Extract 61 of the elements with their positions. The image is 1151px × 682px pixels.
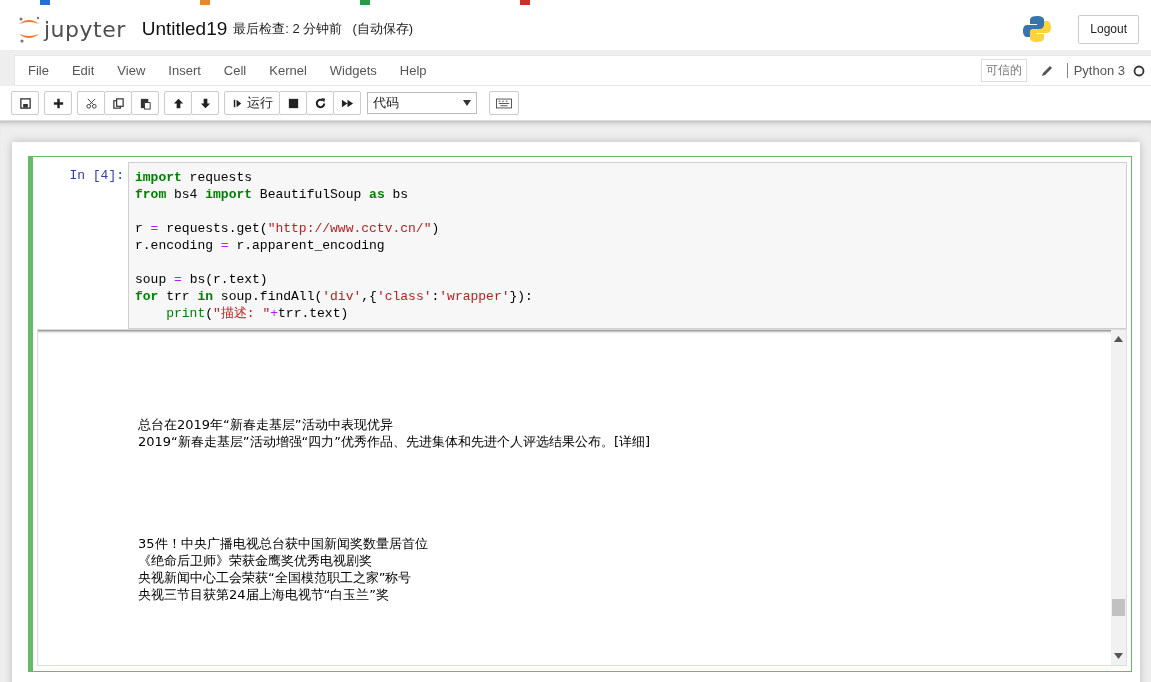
- stop-button[interactable]: [279, 91, 307, 115]
- cell-type-dropdown[interactable]: 代码: [367, 92, 477, 114]
- output-line: 2019“新春走基层”活动增强“四力”优秀作品、先进集体和先进个人评选结果公布。[详细]: [138, 433, 651, 450]
- menu-item[interactable]: View: [107, 63, 157, 78]
- down-button[interactable]: [191, 91, 219, 115]
- menu-item[interactable]: Edit: [61, 63, 106, 78]
- run-all-button[interactable]: [333, 91, 361, 115]
- restart-button[interactable]: [306, 91, 334, 115]
- stop-icon: [286, 96, 300, 110]
- add-button[interactable]: [44, 91, 72, 115]
- caret-icon: [463, 100, 471, 106]
- python-logo-icon: [1022, 14, 1053, 44]
- menu-item[interactable]: Cell: [213, 63, 258, 78]
- code-line: print("描述: "+trr.text): [165, 305, 349, 322]
- kernel-name: Python 3: [1066, 63, 1125, 78]
- cut-button[interactable]: [77, 91, 105, 115]
- code-cell[interactable]: [28, 156, 1132, 672]
- code-line: import requests: [135, 169, 253, 186]
- menu-item[interactable]: File: [18, 63, 60, 78]
- checkpoint-status: 最后检查: 2 分钟前: [233, 20, 343, 38]
- code-editor[interactable]: [128, 162, 1127, 329]
- code-line: for trr in soup.findAll('div',{'class':'wrapper'}):: [135, 288, 533, 305]
- output-line: 总台在2019年“新春走基层”活动中表现优异: [138, 416, 393, 433]
- input-prompt: In [4]:: [68, 167, 125, 185]
- output-line: 央视三节目获第24届上海电视节“白玉兰”奖: [138, 586, 389, 603]
- output-line: 35件！中央广播电视总台获中国新闻奖数量居首位: [138, 535, 428, 552]
- code-line: soup = bs(r.text): [135, 271, 268, 288]
- code-line: r = requests.get("http://www.cctv.cn/"): [135, 220, 440, 237]
- code-line: from bs4 import BeautifulSoup as bs: [135, 186, 409, 203]
- run-button[interactable]: 运行: [224, 91, 280, 115]
- scroll-up-icon[interactable]: [1114, 336, 1123, 342]
- copy-icon: [111, 96, 125, 110]
- add-icon: [51, 96, 65, 110]
- up-icon: [171, 96, 185, 110]
- logo-text[interactable]: jupyter: [44, 16, 126, 42]
- copy-button[interactable]: [104, 91, 132, 115]
- scrollbar[interactable]: [1111, 330, 1126, 665]
- menu-item[interactable]: Kernel: [259, 63, 318, 78]
- keyboard-button[interactable]: [489, 91, 519, 115]
- menu-item[interactable]: Widgets: [319, 63, 388, 78]
- cell-type-value: 代码: [373, 94, 399, 112]
- trusted-indicator[interactable]: 可信的: [980, 59, 1027, 82]
- scroll-down-icon[interactable]: [1114, 653, 1123, 659]
- menu-item[interactable]: Help: [389, 63, 438, 78]
- restart-icon: [313, 96, 327, 110]
- logout-button[interactable]: Logout: [1078, 14, 1139, 44]
- autosave-status: (自动保存): [352, 20, 414, 38]
- up-button[interactable]: [164, 91, 192, 115]
- save-button[interactable]: [11, 91, 39, 115]
- cut-icon: [84, 96, 98, 110]
- notebook-title[interactable]: Untitled19: [141, 18, 228, 40]
- pencil-icon[interactable]: [1040, 64, 1053, 77]
- code-line: r.encoding = r.apparent_encoding: [135, 237, 385, 254]
- output-line: 《绝命后卫师》荣获金鹰奖优秀电视剧奖: [138, 552, 372, 569]
- menu-item[interactable]: Insert: [158, 63, 212, 78]
- save-icon: [18, 96, 32, 110]
- scrollbar-thumb[interactable]: [1112, 599, 1125, 616]
- paste-icon: [138, 96, 152, 110]
- paste-button[interactable]: [131, 91, 159, 115]
- keyboard-icon: [496, 97, 512, 109]
- output-line: 央视新闻中心工会荣获“全国模范职工之家”称号: [138, 569, 412, 586]
